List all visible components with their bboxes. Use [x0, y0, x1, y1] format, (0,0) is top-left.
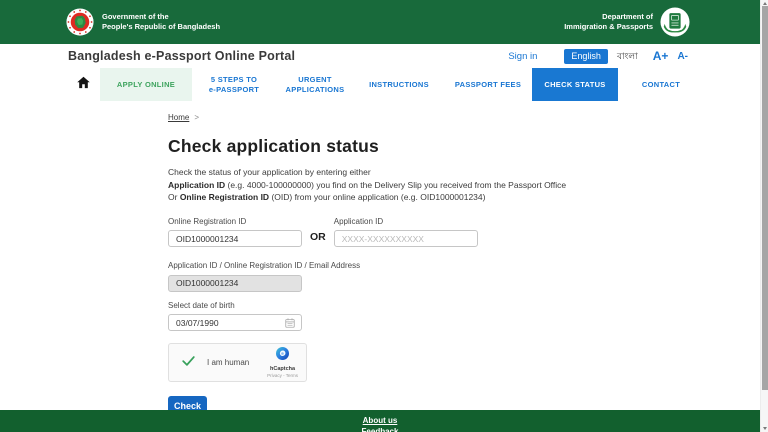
font-decrease-button[interactable]: A-	[677, 51, 688, 62]
department-block: Department of Immigration & Passports	[564, 7, 690, 37]
breadcrumb-home-link[interactable]: Home	[168, 113, 189, 122]
immigration-passports-emblem-icon	[660, 7, 690, 37]
language-english-button[interactable]: English	[564, 48, 608, 64]
language-bangla-button[interactable]: বাংলা	[617, 49, 638, 64]
oid-field: Online Registration ID	[168, 216, 302, 247]
id-inputs-row: Online Registration ID OR Application ID	[168, 216, 608, 247]
hcaptcha-brand: hCaptcha Privacy - Terms	[267, 347, 298, 378]
date-of-birth-input[interactable]	[168, 314, 302, 331]
application-id-field: Application ID	[333, 216, 478, 247]
title-bar: Bangladesh e-Passport Online Portal Sign…	[0, 44, 760, 68]
department-name: Department of Immigration & Passports	[564, 12, 653, 32]
nav-urgent-applications[interactable]: URGENT APPLICATIONS	[276, 68, 354, 101]
intro-line3: Or Online Registration ID (OID) from you…	[168, 192, 486, 202]
bangladesh-government-seal-icon	[66, 8, 94, 36]
intro-line2: Application ID (e.g. 4000-100000000) you…	[168, 179, 567, 190]
scrollbar-up-arrow-icon[interactable]	[762, 2, 767, 5]
dob-label: Select date of birth	[168, 300, 235, 310]
page: Government of the People's Republic of B…	[0, 0, 768, 432]
captcha-label: I am human	[207, 358, 250, 367]
footer-feedback-link[interactable]: Feedback	[0, 426, 760, 432]
portal-title: Bangladesh e-Passport Online Portal	[68, 49, 296, 63]
nav-apply-online[interactable]: APPLY ONLINE	[100, 68, 192, 101]
calendar-icon[interactable]	[284, 316, 296, 334]
nav-check-status[interactable]: CHECK STATUS	[532, 68, 618, 101]
page-title: Check application status	[168, 136, 379, 156]
combined-id-field: Application ID / Online Registration ID …	[168, 261, 608, 292]
government-name: Government of the People's Republic of B…	[102, 12, 220, 32]
dob-input-wrap	[168, 313, 302, 334]
breadcrumb: Home >	[168, 113, 608, 122]
nav-contact[interactable]: CONTACT	[618, 68, 704, 101]
nav-5-steps[interactable]: 5 STEPS TO e-PASSPORT	[192, 68, 276, 101]
footer-about-us-link[interactable]: About us	[0, 415, 760, 426]
online-registration-id-input[interactable]	[168, 230, 302, 247]
combined-id-input	[168, 274, 302, 292]
nav-home-button[interactable]	[66, 68, 100, 101]
hcaptcha-logo-icon	[276, 347, 290, 365]
intro-text: Check the status of your application by …	[168, 166, 608, 204]
scrollbar-down-arrow-icon[interactable]	[762, 427, 767, 430]
sign-in-link[interactable]: Sign in	[508, 51, 537, 62]
scrollbar-thumb[interactable]	[762, 6, 768, 390]
nav-passport-fees[interactable]: PASSPORT FEES	[444, 68, 532, 101]
intro-line1: Check the status of your application by …	[168, 167, 371, 177]
footer: About us Feedback	[0, 410, 760, 432]
captcha-checkmark-icon	[181, 353, 196, 373]
dob-field: Select date of birth	[168, 300, 608, 334]
main-nav: APPLY ONLINE 5 STEPS TO e-PASSPORT URGEN…	[0, 68, 760, 101]
gov-line2: People's Republic of Bangladesh	[102, 22, 221, 31]
or-separator: OR	[310, 231, 326, 243]
application-id-input[interactable]	[333, 230, 478, 247]
title-actions: Sign in English বাংলা A+ A-	[508, 48, 688, 64]
hcaptcha-privacy-terms[interactable]: Privacy - Terms	[267, 373, 298, 378]
hcaptcha-name: hCaptcha	[270, 366, 296, 372]
application-id-label: Application ID	[333, 216, 384, 226]
vertical-scrollbar[interactable]	[760, 0, 768, 432]
combined-id-label: Application ID / Online Registration ID …	[168, 261, 361, 270]
home-icon	[76, 75, 91, 95]
government-header: Government of the People's Republic of B…	[0, 0, 760, 44]
nav-instructions[interactable]: INSTRUCTIONS	[354, 68, 444, 101]
dept-line2: Immigration & Passports	[564, 22, 653, 31]
font-increase-button[interactable]: A+	[653, 49, 669, 63]
breadcrumb-separator: >	[194, 113, 200, 122]
gov-line1: Government of the	[102, 12, 169, 21]
main-content: Home > Check application status Check the…	[168, 113, 608, 416]
dept-line1: Department of	[602, 12, 653, 21]
oid-label: Online Registration ID	[168, 216, 247, 226]
hcaptcha-widget[interactable]: I am human hCaptcha Privacy - Terms	[168, 343, 307, 382]
